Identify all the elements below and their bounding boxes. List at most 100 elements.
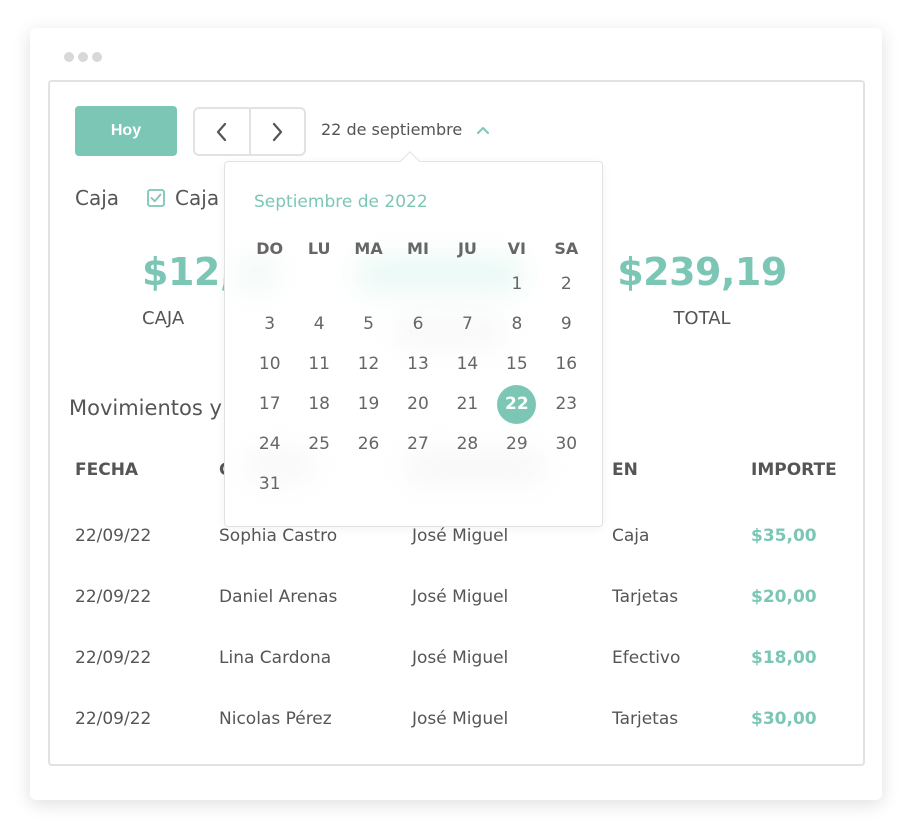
cell-importe: $35,00 (751, 526, 817, 546)
cell-cliente: Daniel Arenas (219, 587, 338, 607)
window-dot (78, 52, 88, 62)
weekday-label: VI (507, 239, 527, 258)
calendar-day[interactable]: 12 (344, 344, 393, 384)
calendar-empty-cell (542, 464, 591, 504)
today-button[interactable]: Hoy (75, 106, 177, 156)
column-header-importe: IMPORTE (751, 460, 837, 480)
previous-date-button[interactable] (195, 109, 249, 154)
calendar-week-row: 10 11 12 13 14 15 16 (245, 344, 591, 384)
calendar-day[interactable]: 15 (492, 344, 541, 384)
weekday-label: SA (554, 239, 579, 258)
calendar-week-row: 31 (245, 464, 591, 504)
calendar-day[interactable]: 19 (344, 384, 393, 424)
calendar-empty-cell (492, 464, 541, 504)
cell-fecha: 22/09/22 (75, 648, 152, 668)
window-controls (64, 52, 102, 62)
cell-usuario: José Miguel (412, 648, 509, 668)
calendar-day[interactable]: 27 (393, 424, 442, 464)
cell-importe: $20,00 (751, 587, 817, 607)
window-dot (64, 52, 74, 62)
calendar-popup: Septiembre de 2022 DO LU MA MI JU VI SA … (224, 151, 603, 527)
cell-en: Efectivo (612, 648, 681, 668)
calendar-day[interactable]: 29 (492, 424, 541, 464)
calendar-day[interactable]: 25 (294, 424, 343, 464)
calendar-day[interactable]: 11 (294, 344, 343, 384)
cell-cliente: Sophia Castro (219, 526, 338, 546)
column-header-fecha: FECHA (75, 460, 139, 480)
calendar-day[interactable]: 16 (542, 344, 591, 384)
calendar-day[interactable]: 4 (294, 304, 343, 344)
calendar-empty-cell (393, 464, 442, 504)
calendar-empty-cell (294, 464, 343, 504)
calendar-day[interactable]: 14 (443, 344, 492, 384)
calendar-day-label: 22 (497, 384, 537, 424)
date-picker-toggle[interactable]: 22 de septiembre (321, 120, 490, 139)
calendar-day[interactable]: 10 (245, 344, 294, 384)
calendar-empty-cell (344, 264, 393, 304)
window-dot (92, 52, 102, 62)
calendar-day[interactable]: 17 (245, 384, 294, 424)
calendar-day[interactable]: 24 (245, 424, 294, 464)
cell-en: Tarjetas (612, 709, 679, 729)
total-stat-value: $239,19 (617, 250, 787, 294)
calendar-pointer (400, 151, 420, 171)
calendar-day[interactable]: 23 (542, 384, 591, 424)
weekday-label: LU (307, 239, 331, 258)
table-row[interactable]: 22/09/22 Lina Cardona José Miguel Efecti… (50, 648, 863, 678)
cell-en: Tarjetas (612, 587, 679, 607)
date-navigation (193, 107, 306, 156)
chevron-left-icon (216, 122, 226, 141)
cell-importe: $18,00 (751, 648, 817, 668)
table-row[interactable]: 22/09/22 Nicolas Pérez José Miguel Tarje… (50, 709, 863, 739)
movements-title: Movimientos y (69, 396, 222, 420)
calendar-week-row: 12 (245, 264, 591, 304)
caja-checkbox-label: Caja (175, 186, 220, 210)
calendar-day[interactable]: 13 (393, 344, 442, 384)
checkbox-checked-icon[interactable] (147, 189, 165, 207)
calendar-month-title: Septiembre de 2022 (254, 192, 428, 212)
column-header-en: EN (612, 460, 638, 480)
calendar-empty-cell (443, 464, 492, 504)
next-date-button[interactable] (248, 109, 305, 154)
calendar-day[interactable]: 21 (443, 384, 492, 424)
calendar-grid: DO LU MA MI JU VI SA 1 2 3 4 5 6 7 8 9 10 11 12 13 14… (245, 234, 591, 504)
cell-en: Caja (612, 526, 650, 546)
weekday-label: MA (354, 239, 383, 258)
calendar-day[interactable]: 20 (393, 384, 442, 424)
table-row[interactable]: 22/09/22 Daniel Arenas José Miguel Tarje… (50, 587, 863, 617)
calendar-day[interactable]: 30 (542, 424, 591, 464)
calendar-weeks: 1 2 3 4 5 6 7 8 9 10 11 12 13 14 15 16 17 18 19 20 21 22 23 24 2… (245, 264, 591, 504)
weekday-label: JU (457, 239, 477, 258)
calendar-day[interactable]: 9 (542, 304, 591, 344)
app-window: Hoy 22 de septiembre Caja Caja $12,5 CAJ… (30, 28, 882, 800)
calendar-day[interactable]: 3 (245, 304, 294, 344)
calendar-day[interactable]: 6 (393, 304, 442, 344)
calendar-day[interactable]: 28 (443, 424, 492, 464)
chevron-right-icon (273, 122, 283, 141)
caja-label: Caja (75, 186, 120, 210)
calendar-day[interactable]: 7 (443, 304, 492, 344)
calendar-day[interactable]: 26 (344, 424, 393, 464)
calendar-day[interactable]: 1 (492, 264, 541, 304)
cell-fecha: 22/09/22 (75, 526, 152, 546)
cell-importe: $30,00 (751, 709, 817, 729)
cell-fecha: 22/09/22 (75, 587, 152, 607)
calendar-weekday-header: DO LU MA MI JU VI SA (245, 234, 591, 264)
calendar-week-row: 3456789 (245, 304, 591, 344)
cell-cliente: Lina Cardona (219, 648, 332, 668)
calendar-day[interactable]: 5 (344, 304, 393, 344)
calendar-empty-cell (294, 264, 343, 304)
table-row[interactable]: 22/09/22 Sophia Castro José Miguel Caja … (50, 526, 863, 556)
calendar-empty-cell (443, 264, 492, 304)
cell-cliente: Nicolas Pérez (219, 709, 332, 729)
main-panel: Hoy 22 de septiembre Caja Caja $12,5 CAJ… (48, 80, 865, 766)
calendar-day[interactable]: 18 (294, 384, 343, 424)
calendar-week-row: 24 25 26 27 28 29 30 (245, 424, 591, 464)
calendar-day[interactable]: 8 (492, 304, 541, 344)
weekday-label: DO (256, 239, 284, 258)
calendar-day-selected[interactable]: 22 (492, 384, 541, 424)
calendar-empty-cell (344, 464, 393, 504)
calendar-day[interactable]: 31 (245, 464, 294, 504)
total-stat: $239,19 TOTAL (606, 250, 798, 329)
calendar-day[interactable]: 2 (542, 264, 591, 304)
